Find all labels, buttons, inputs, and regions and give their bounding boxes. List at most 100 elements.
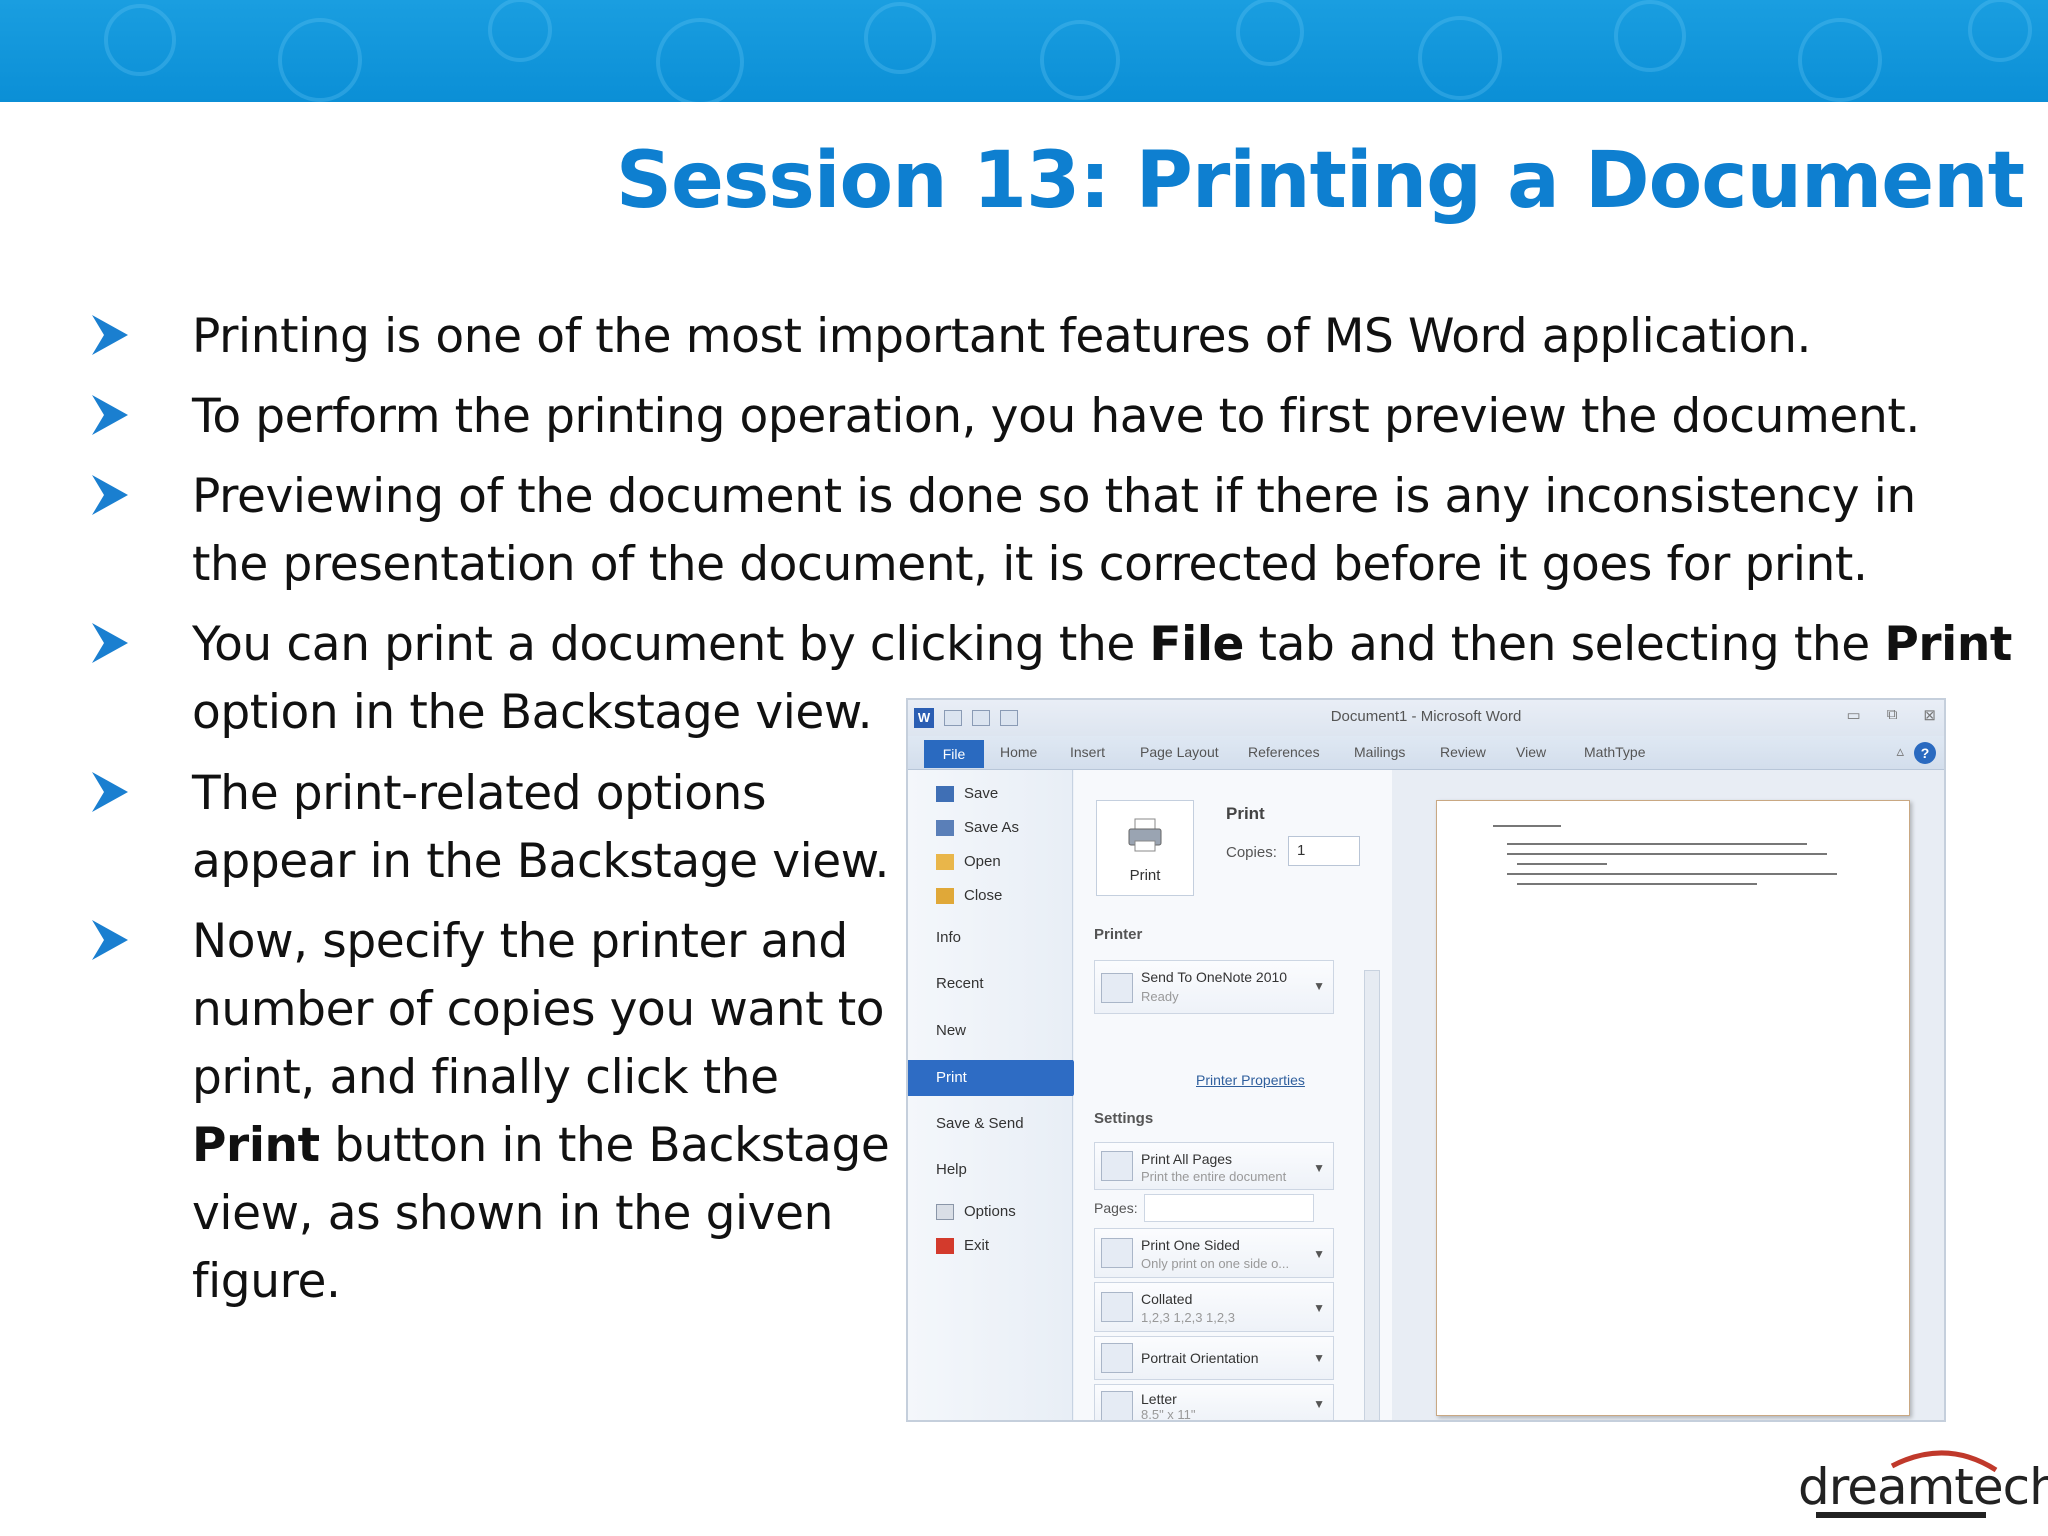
preview-text-line <box>1517 883 1757 885</box>
portrait-icon <box>1101 1343 1133 1373</box>
bullet-text: To perform the printing operation, you h… <box>192 389 1920 444</box>
printer-name: Send To OneNote 2010 <box>1141 969 1288 985</box>
bold-print: Print <box>192 1118 320 1173</box>
pages-label: Pages: <box>1094 1200 1138 1216</box>
help-icon[interactable]: ? <box>1914 742 1936 764</box>
bullet-line: Print button in the Backstage <box>192 1112 912 1180</box>
nav-print[interactable]: Print <box>908 1060 1083 1096</box>
bullet-line: number of copies you want to <box>192 982 885 1037</box>
text-run: tab and then selecting the <box>1244 617 1885 672</box>
nav-recent[interactable]: Recent <box>908 966 1073 1002</box>
minimize-icon[interactable]: ▭ <box>1847 706 1861 724</box>
tab-insert[interactable]: Insert <box>1070 744 1105 760</box>
bullet-line: option in the Backstage view. <box>192 685 873 740</box>
chevron-down-icon: ▼ <box>1313 979 1325 993</box>
preview-text-line <box>1507 853 1827 855</box>
chevron-down-icon: ▼ <box>1313 1247 1325 1261</box>
nav-save-send[interactable]: Save & Send <box>908 1106 1073 1142</box>
nav-label: Help <box>936 1161 967 1178</box>
nav-save-as[interactable]: Save As <box>908 810 1073 846</box>
exit-icon <box>936 1238 954 1254</box>
bullet-line: the presentation of the document, it is … <box>192 537 1868 592</box>
restore-icon[interactable]: ⧉ <box>1887 706 1898 724</box>
bullet-line: Previewing of the document is done so th… <box>192 469 1916 524</box>
tab-review[interactable]: Review <box>1440 744 1486 760</box>
nav-label: Save & Send <box>936 1115 1024 1132</box>
tab-view[interactable]: View <box>1516 744 1546 760</box>
nav-new[interactable]: New <box>908 1013 1073 1049</box>
text-run: button in the Backstage <box>319 1118 890 1173</box>
nav-label: Recent <box>936 975 984 992</box>
pages-input[interactable] <box>1144 1194 1314 1222</box>
print-button[interactable]: Print <box>1096 800 1194 896</box>
save-icon <box>936 786 954 802</box>
settings-scrollbar[interactable] <box>1364 970 1380 1420</box>
printer-properties-link[interactable]: Printer Properties <box>1196 1072 1305 1088</box>
chevron-down-icon: ▼ <box>1313 1301 1325 1315</box>
setting-title: Print One Sided <box>1141 1237 1240 1253</box>
window-controls: ▭ ⧉ ⊠ <box>1847 706 1936 724</box>
setting-title: Print All Pages <box>1141 1151 1233 1167</box>
arrow-bullet-icon <box>92 772 128 812</box>
nav-close[interactable]: Close <box>908 878 1073 914</box>
print-settings-panel: Print Print Copies: 1 Printer Send To On… <box>1074 770 1392 1422</box>
nav-open[interactable]: Open <box>908 844 1073 880</box>
ribbon-minimize-icon[interactable]: ▵ <box>1896 742 1904 760</box>
tab-mailings[interactable]: Mailings <box>1354 744 1405 760</box>
tab-file[interactable]: File <box>924 740 984 768</box>
arrow-bullet-icon <box>92 623 128 663</box>
bullet-line: print, and finally click the <box>192 1050 779 1105</box>
nav-label: New <box>936 1022 967 1039</box>
window-title: Document1 - Microsoft Word <box>1330 708 1522 725</box>
nav-help[interactable]: Help <box>908 1152 1073 1188</box>
options-icon <box>936 1204 954 1220</box>
nav-label: Print <box>936 1069 967 1086</box>
setting-title: Portrait Orientation <box>1141 1350 1259 1366</box>
nav-save[interactable]: Save <box>908 776 1073 812</box>
dreamtech-logo: dreamtech <box>1796 1440 2048 1522</box>
collated-icon <box>1101 1292 1133 1322</box>
tab-home[interactable]: Home <box>1000 744 1037 760</box>
paper-size-select[interactable]: Letter 8.5" x 11" ▼ <box>1094 1384 1334 1422</box>
sides-select[interactable]: Print One Sided Only print on one side o… <box>1094 1228 1334 1278</box>
printer-select[interactable]: Send To OneNote 2010 Ready ▼ <box>1094 960 1334 1014</box>
setting-title: Letter <box>1141 1391 1177 1407</box>
collation-select[interactable]: Collated 1,2,3 1,2,3 1,2,3 ▼ <box>1094 1282 1334 1332</box>
nav-exit[interactable]: Exit <box>908 1228 1073 1264</box>
nav-label: Options <box>964 1203 1016 1220</box>
bullet-line: You can print a document by clicking the… <box>192 611 2048 679</box>
slide-title: Session 13: Printing a Document <box>615 136 2025 226</box>
word-title-bar: W Document1 - Microsoft Word ▭ ⧉ ⊠ <box>908 700 1944 736</box>
tab-references[interactable]: References <box>1248 744 1320 760</box>
copies-input[interactable]: 1 <box>1288 836 1360 866</box>
arrow-bullet-icon <box>92 315 128 355</box>
logo-text: dreamtech <box>1798 1458 2048 1516</box>
orientation-select[interactable]: Portrait Orientation ▼ <box>1094 1336 1334 1380</box>
print-button-label: Print <box>1129 867 1161 884</box>
pages-icon <box>1101 1151 1133 1181</box>
tab-page-layout[interactable]: Page Layout <box>1140 744 1219 760</box>
tab-mathtype[interactable]: MathType <box>1584 744 1645 760</box>
setting-subtitle: Print the entire document <box>1141 1169 1287 1184</box>
one-sided-icon <box>1101 1238 1133 1268</box>
settings-heading: Settings <box>1094 1110 1154 1127</box>
arrow-bullet-icon <box>92 920 128 960</box>
printer-heading: Printer <box>1094 926 1143 943</box>
arrow-bullet-icon <box>92 395 128 435</box>
setting-title: Collated <box>1141 1291 1193 1307</box>
preview-page <box>1436 800 1910 1416</box>
bullet-line: The print-related options <box>192 766 767 821</box>
setting-subtitle: 8.5" x 11" <box>1141 1407 1196 1422</box>
nav-options[interactable]: Options <box>908 1194 1073 1230</box>
bold-print: Print <box>1884 617 2012 672</box>
close-window-icon[interactable]: ⊠ <box>1923 706 1936 724</box>
nav-label: Save <box>964 785 999 802</box>
print-preview-pane <box>1392 770 1944 1420</box>
chevron-down-icon: ▼ <box>1313 1161 1325 1175</box>
nav-info[interactable]: Info <box>908 920 1073 956</box>
close-folder-icon <box>936 888 954 904</box>
preview-text-line <box>1493 825 1561 827</box>
bullet-line: view, as shown in the given <box>192 1186 834 1241</box>
print-range-select[interactable]: Print All Pages Print the entire documen… <box>1094 1142 1334 1190</box>
print-heading: Print <box>1226 804 1265 823</box>
